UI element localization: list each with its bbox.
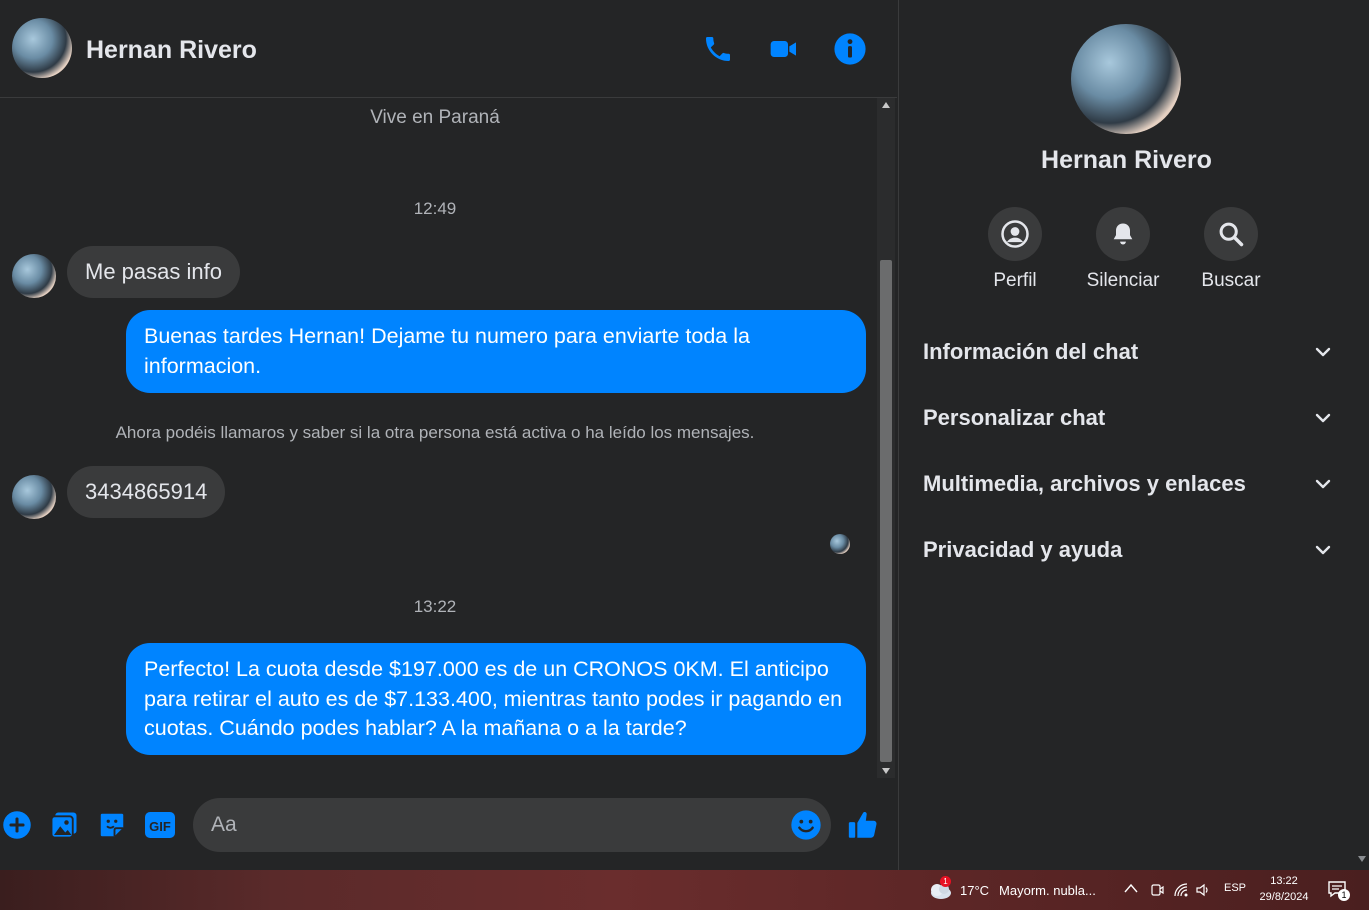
clock[interactable]: 13:22 29/8/2024 — [1256, 873, 1312, 905]
search-icon — [1204, 207, 1258, 261]
thumbs-up-icon[interactable] — [846, 808, 880, 842]
messenger-window: Hernan Rivero Vive en Paraná 12:49 Me pa… — [0, 0, 1369, 910]
profile-button[interactable]: Perfil — [975, 207, 1055, 292]
timestamp: 12:49 — [413, 199, 457, 218]
scroll-up-arrow-icon[interactable] — [877, 98, 895, 112]
chat-header: Hernan Rivero — [0, 0, 897, 98]
profile-icon — [988, 207, 1042, 261]
message-composer: GIF — [0, 790, 897, 860]
cloud-icon: 1 — [926, 876, 954, 902]
image-icon[interactable] — [47, 808, 81, 842]
gif-icon[interactable]: GIF — [143, 808, 177, 842]
sticker-icon[interactable] — [95, 808, 129, 842]
svg-text:GIF: GIF — [149, 819, 171, 834]
message-list[interactable]: Vive en Paraná 12:49 Me pasas info Buena… — [0, 99, 878, 779]
section-media-files-links[interactable]: Multimedia, archivos y enlaces — [923, 459, 1333, 509]
plus-icon[interactable] — [0, 808, 34, 842]
language-indicator[interactable]: ESP — [1224, 882, 1246, 894]
chevron-down-icon — [1315, 413, 1331, 423]
incoming-message[interactable]: Me pasas info — [67, 246, 240, 298]
section-label: Privacidad y ayuda — [923, 537, 1123, 562]
profile-name: Hernan Rivero — [1041, 146, 1212, 174]
weather-widget[interactable]: 1 17°C Mayorm. nubla... — [926, 876, 1096, 902]
side-scrollbar[interactable] — [1355, 0, 1369, 870]
weather-badge: 1 — [940, 876, 951, 887]
clock-date: 29/8/2024 — [1259, 891, 1309, 903]
outgoing-message[interactable]: Perfecto! La cuota desde $197.000 es de … — [126, 643, 866, 755]
section-customize-chat[interactable]: Personalizar chat — [923, 393, 1333, 443]
sender-avatar[interactable] — [12, 475, 56, 519]
section-privacy-help[interactable]: Privacidad y ayuda — [923, 525, 1333, 575]
section-chat-info[interactable]: Información del chat — [923, 327, 1333, 377]
chat-panel: Hernan Rivero Vive en Paraná 12:49 Me pa… — [0, 0, 897, 870]
location-info: Vive en Paraná — [370, 107, 500, 128]
notifications-icon[interactable]: 1 — [1327, 880, 1350, 901]
scroll-down-arrow-icon[interactable] — [877, 764, 895, 778]
weather-temp: 17°C — [960, 882, 990, 898]
windows-taskbar: 1 17°C Mayorm. nubla... ESP 13:22 29/8/2… — [0, 870, 1369, 910]
timestamp: 13:22 — [413, 597, 457, 616]
meeting-icon[interactable] — [1150, 882, 1164, 898]
chevron-down-icon — [1315, 545, 1331, 555]
contact-avatar[interactable] — [12, 18, 72, 78]
contact-name[interactable]: Hernan Rivero — [86, 36, 257, 65]
wifi-icon[interactable] — [1173, 882, 1189, 898]
search-label: Buscar — [1201, 270, 1261, 291]
scroll-down-arrow-icon[interactable] — [1358, 856, 1366, 862]
message-input-container[interactable] — [193, 798, 831, 852]
volume-icon[interactable] — [1195, 882, 1211, 898]
chevron-down-icon — [1315, 347, 1331, 357]
clock-time: 13:22 — [1270, 875, 1298, 887]
bell-icon — [1096, 207, 1150, 261]
search-button[interactable]: Buscar — [1191, 207, 1271, 292]
chevron-up-icon[interactable] — [1124, 883, 1138, 893]
info-icon[interactable] — [832, 31, 868, 67]
outgoing-message[interactable]: Buenas tardes Hernan! Dejame tu numero p… — [126, 310, 866, 393]
section-label: Multimedia, archivos y enlaces — [923, 471, 1246, 496]
chevron-down-icon — [1315, 479, 1331, 489]
mute-button[interactable]: Silenciar — [1083, 207, 1163, 292]
call-notice: Ahora podéis llamaros y saber si la otra… — [115, 423, 755, 442]
mute-label: Silenciar — [1086, 270, 1160, 291]
profile-avatar[interactable] — [1071, 24, 1181, 134]
phone-icon[interactable] — [700, 31, 736, 67]
chat-details-panel: Hernan Rivero Perfil Silenciar Buscar In… — [898, 0, 1369, 870]
weather-desc: Mayorm. nubla... — [999, 882, 1096, 898]
seen-indicator-avatar — [830, 534, 850, 554]
section-label: Personalizar chat — [923, 405, 1106, 430]
language-label: ESP — [1224, 882, 1247, 894]
emoji-icon[interactable] — [789, 808, 823, 842]
video-camera-icon[interactable] — [766, 31, 802, 67]
profile-label: Perfil — [993, 270, 1037, 291]
incoming-message[interactable]: 3434865914 — [67, 466, 226, 518]
chat-scrollbar[interactable] — [877, 98, 895, 778]
message-input[interactable] — [211, 798, 771, 852]
section-label: Información del chat — [923, 339, 1139, 364]
notification-count: 1 — [1338, 889, 1350, 901]
scroll-thumb[interactable] — [880, 260, 892, 762]
sender-avatar[interactable] — [12, 254, 56, 298]
